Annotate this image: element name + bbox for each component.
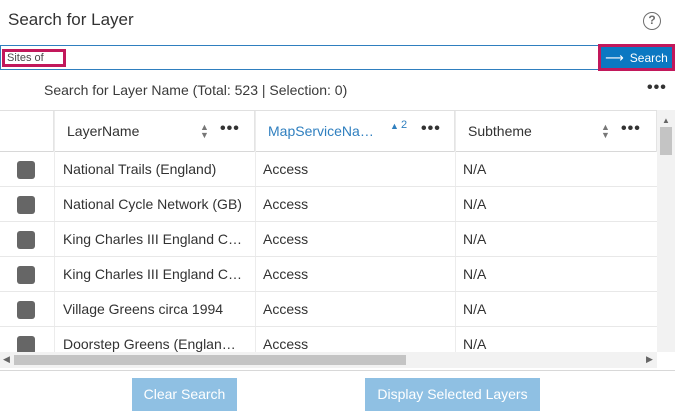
- subtheme-cell: N/A: [463, 301, 487, 317]
- search-button[interactable]: ⟶ Search: [598, 44, 675, 71]
- clear-search-button[interactable]: Clear Search: [132, 378, 237, 411]
- arrow-right-icon: ⟶: [605, 50, 624, 65]
- scroll-right-icon[interactable]: ▶: [646, 354, 653, 365]
- table-row[interactable]: King Charles III England C… Access N/A: [0, 257, 657, 292]
- vertical-scroll-thumb[interactable]: [660, 127, 672, 155]
- row-checkbox[interactable]: [17, 301, 35, 319]
- column-label: Subtheme: [468, 123, 532, 139]
- search-input[interactable]: [65, 48, 585, 67]
- scroll-up-icon[interactable]: ▲: [662, 116, 670, 125]
- status-text: Search for Layer Name (Total: 523 | Sele…: [44, 82, 348, 98]
- table-row[interactable]: Village Greens circa 1994 Access N/A: [0, 292, 657, 327]
- table-row[interactable]: King Charles III England C… Access N/A: [0, 222, 657, 257]
- layer-name-cell: Village Greens circa 1994: [63, 301, 224, 317]
- row-checkbox[interactable]: [17, 336, 35, 352]
- column-header-layername[interactable]: LayerName ▲ ▼ •••: [54, 111, 255, 152]
- scroll-left-icon[interactable]: ◀: [3, 354, 10, 365]
- map-service-cell: Access: [263, 196, 309, 212]
- sort-icon[interactable]: ▲ ▼: [601, 123, 610, 140]
- search-field[interactable]: Sites of: [0, 45, 598, 70]
- search-chip: Sites of: [2, 49, 66, 67]
- select-column-header: [0, 111, 54, 152]
- table-row[interactable]: National Cycle Network (GB) Access N/A: [0, 187, 657, 222]
- help-icon[interactable]: ?: [643, 12, 661, 30]
- subtheme-cell: N/A: [463, 336, 487, 352]
- column-label: MapServiceNa…: [268, 123, 374, 139]
- vertical-scrollbar[interactable]: ▲: [657, 110, 675, 352]
- search-button-label: Search: [629, 51, 668, 65]
- search-row: Sites of ⟶ Search: [0, 44, 675, 71]
- horizontal-scrollbar[interactable]: ◀ ▶: [0, 352, 657, 368]
- row-checkbox[interactable]: [17, 161, 35, 179]
- row-checkbox[interactable]: [17, 266, 35, 284]
- map-service-cell: Access: [263, 336, 309, 352]
- page-title: Search for Layer: [8, 10, 134, 29]
- subtheme-cell: N/A: [463, 161, 487, 177]
- subtheme-cell: N/A: [463, 266, 487, 282]
- map-service-cell: Access: [263, 266, 309, 282]
- subtheme-cell: N/A: [463, 231, 487, 247]
- more-options-icon[interactable]: •••: [647, 79, 667, 97]
- column-header-mapservicename[interactable]: MapServiceNa… ▲ 2 •••: [255, 111, 455, 152]
- row-checkbox[interactable]: [17, 196, 35, 214]
- layer-name-cell: National Cycle Network (GB): [63, 196, 242, 212]
- table-row[interactable]: National Trails (England) Access N/A: [0, 152, 657, 187]
- footer-divider: [0, 370, 675, 371]
- sort-asc-icon[interactable]: ▲: [390, 122, 399, 131]
- sort-icon[interactable]: ▲ ▼: [200, 123, 209, 140]
- column-label: LayerName: [67, 123, 140, 139]
- layer-name-cell: Doorstep Greens (Englan…: [63, 336, 236, 352]
- layer-name-cell: King Charles III England C…: [63, 231, 242, 247]
- layer-grid: LayerName ▲ ▼ ••• MapServiceNa… ▲ 2 ••• S…: [0, 110, 657, 352]
- column-header-subtheme[interactable]: Subtheme ▲ ▼ •••: [455, 111, 657, 152]
- subtheme-cell: N/A: [463, 196, 487, 212]
- column-menu-icon[interactable]: •••: [421, 120, 441, 138]
- layer-name-cell: National Trails (England): [63, 161, 217, 177]
- sort-order-badge: 2: [401, 119, 408, 131]
- column-menu-icon[interactable]: •••: [220, 120, 240, 138]
- row-checkbox[interactable]: [17, 231, 35, 249]
- map-service-cell: Access: [263, 231, 309, 247]
- column-menu-icon[interactable]: •••: [621, 120, 641, 138]
- map-service-cell: Access: [263, 301, 309, 317]
- horizontal-scroll-thumb[interactable]: [14, 355, 406, 365]
- map-service-cell: Access: [263, 161, 309, 177]
- display-selected-layers-button[interactable]: Display Selected Layers: [365, 378, 540, 411]
- table-row[interactable]: Doorstep Greens (Englan… Access N/A: [0, 327, 657, 352]
- layer-name-cell: King Charles III England C…: [63, 266, 242, 282]
- grid-header: LayerName ▲ ▼ ••• MapServiceNa… ▲ 2 ••• S…: [0, 111, 657, 152]
